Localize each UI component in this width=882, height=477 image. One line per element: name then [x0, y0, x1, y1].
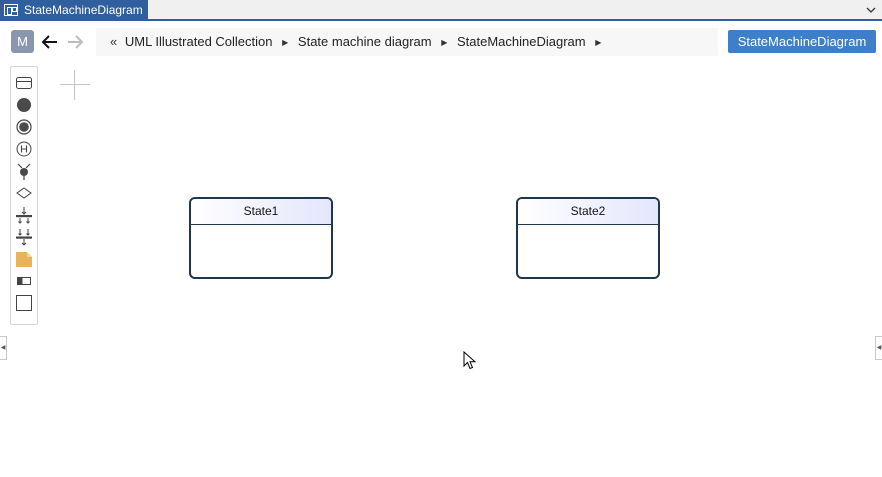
state-node[interactable]: State2 [516, 197, 660, 279]
history-h-icon [16, 141, 32, 157]
transition-tool[interactable] [14, 161, 34, 181]
frame-icon [17, 277, 31, 285]
back-button[interactable] [40, 32, 60, 52]
caret-right-icon[interactable]: ▶ [595, 29, 601, 57]
diagram-canvas[interactable] [40, 60, 874, 477]
model-avatar[interactable]: M [11, 30, 34, 53]
tool-palette [10, 66, 38, 325]
state-tool[interactable] [14, 73, 34, 93]
diagram-name-button[interactable]: StateMachineDiagram [728, 30, 876, 53]
arrow-right-icon [68, 35, 84, 49]
bullseye-icon [16, 119, 32, 135]
initial-state-tool[interactable] [14, 95, 34, 115]
document-tab-bar: StateMachineDiagram [0, 0, 882, 21]
fork-tool[interactable] [14, 205, 34, 225]
chevron-down-icon[interactable] [864, 1, 878, 19]
document-tab-title: StateMachineDiagram [24, 3, 143, 17]
document-tab[interactable]: StateMachineDiagram [0, 0, 148, 20]
breadcrumb-item-collection[interactable]: UML Illustrated Collection [125, 28, 273, 56]
state-name[interactable]: State1 [191, 199, 331, 225]
state-name[interactable]: State2 [518, 199, 658, 225]
caret-right-icon[interactable]: ▶ [282, 29, 288, 57]
breadcrumb-prev-marker[interactable]: « [110, 28, 117, 56]
choice-tool[interactable] [14, 183, 34, 203]
filled-circle-icon [17, 98, 31, 112]
breadcrumb-item-state-machine-diagram[interactable]: State machine diagram [298, 28, 432, 56]
breadcrumb: « UML Illustrated Collection ▶ State mac… [96, 28, 718, 56]
note-tool[interactable] [14, 249, 34, 269]
transition-icon [17, 163, 31, 180]
canvas-origin-crosshair [60, 70, 90, 100]
rectangle-tool[interactable] [14, 293, 34, 313]
state-box-icon [16, 77, 32, 89]
forward-button[interactable] [65, 32, 85, 52]
caret-right-icon[interactable]: ▶ [441, 29, 447, 57]
diamond-icon [16, 187, 32, 199]
mouse-pointer-icon [463, 350, 477, 371]
join-icon [16, 229, 32, 246]
history-state-tool[interactable] [14, 139, 34, 159]
state-node[interactable]: State1 [189, 197, 333, 279]
breadcrumb-item-current-diagram[interactable]: StateMachineDiagram [457, 28, 586, 56]
fork-icon [16, 207, 32, 224]
right-panel-toggle[interactable]: ◀ [875, 336, 882, 360]
frame-tool[interactable] [14, 271, 34, 291]
rectangle-icon [16, 295, 32, 311]
arrow-left-icon [41, 35, 57, 49]
note-icon [16, 252, 32, 267]
left-panel-toggle[interactable]: ◀ [0, 336, 7, 360]
diagram-icon [4, 4, 18, 16]
join-tool[interactable] [14, 227, 34, 247]
final-state-tool[interactable] [14, 117, 34, 137]
